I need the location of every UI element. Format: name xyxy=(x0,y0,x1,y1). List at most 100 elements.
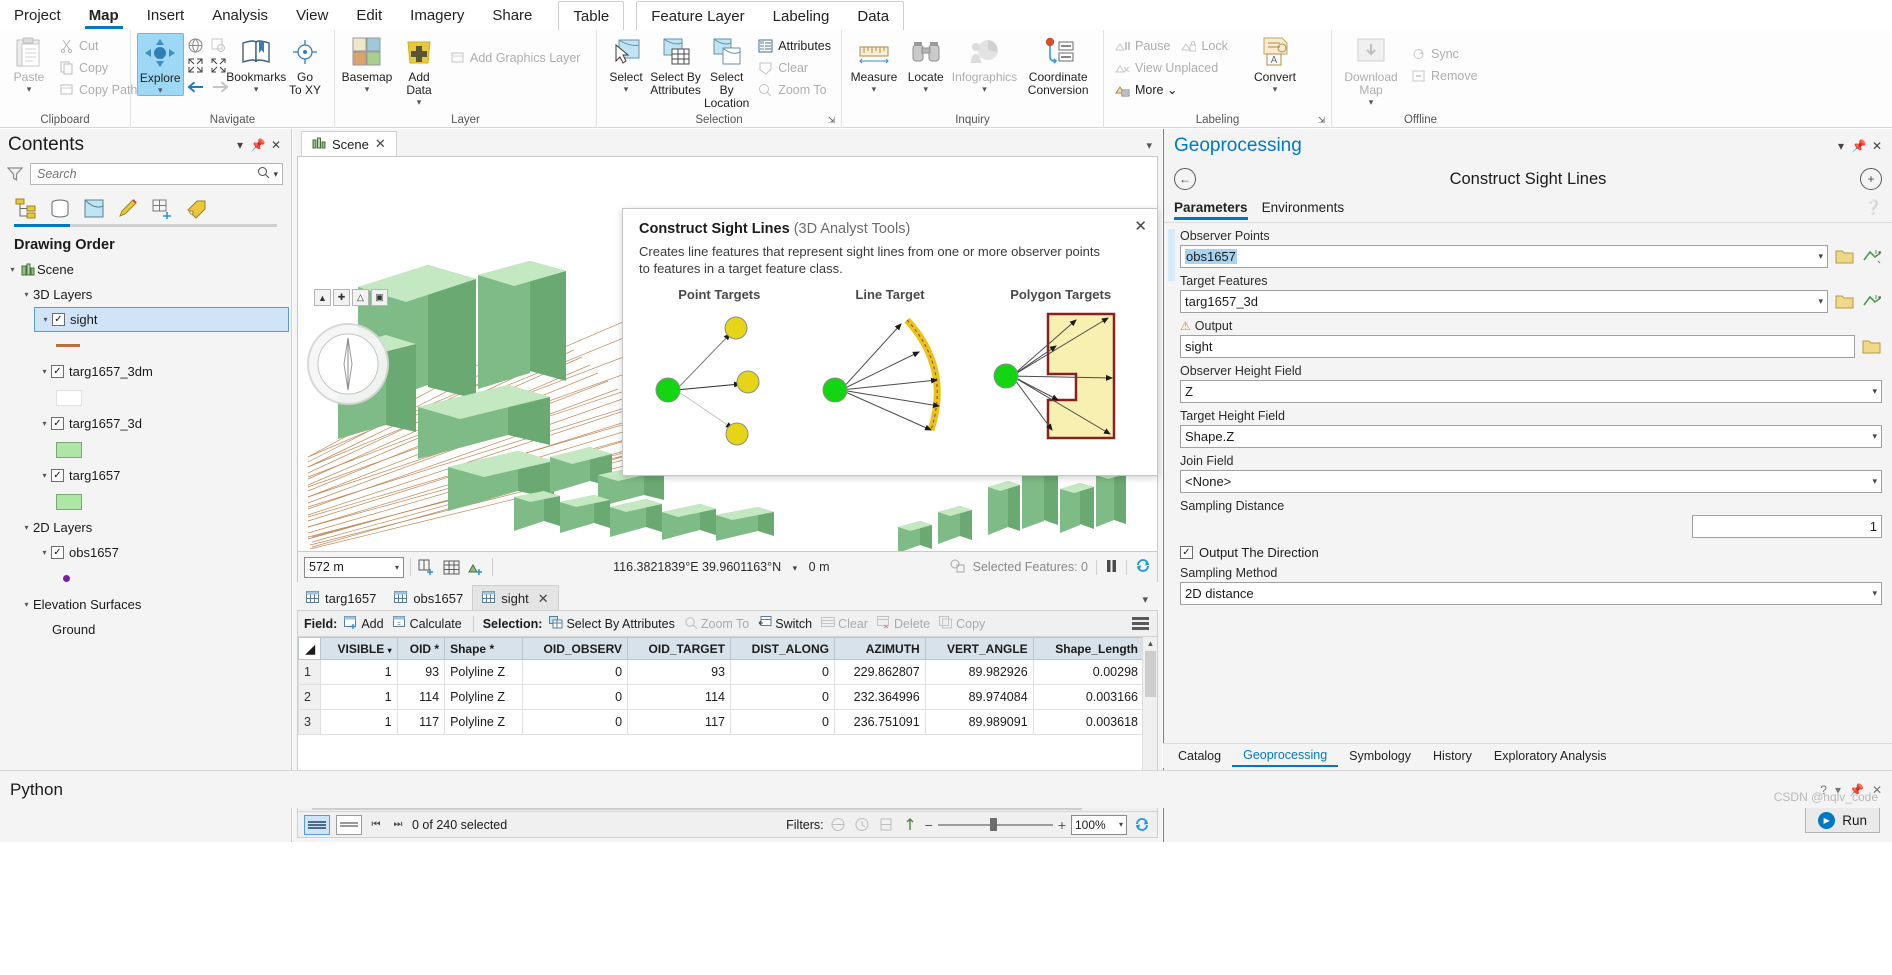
cell-visible[interactable]: 1 xyxy=(320,659,398,685)
chevron-down-icon[interactable]: ▾ xyxy=(417,98,422,107)
refresh-icon[interactable] xyxy=(1132,815,1151,834)
zoom-in-icon[interactable] xyxy=(186,56,205,75)
expand-arrow-icon[interactable]: ▾ xyxy=(20,290,33,299)
ribbon-tab-map[interactable]: Map xyxy=(75,0,133,30)
refresh-icon[interactable] xyxy=(1135,558,1151,576)
go-to-xy-button[interactable]: Go To XY xyxy=(282,33,328,97)
pin-icon[interactable]: 📌 xyxy=(249,136,267,154)
browse-folder-icon[interactable] xyxy=(1860,336,1882,358)
ribbon-tab-view[interactable]: View xyxy=(282,0,342,30)
filter-time-icon[interactable] xyxy=(853,815,872,834)
python-window-bar[interactable]: Python ? ▾ 📌 ✕ xyxy=(0,770,1892,808)
cell-shape-length[interactable]: 0.00298 xyxy=(1032,659,1144,685)
explore-button[interactable]: Explore ▾ xyxy=(137,33,184,96)
column-header-vert-angle[interactable]: VERT_ANGLE xyxy=(924,637,1034,660)
join-field-input[interactable]: <None> ▾ xyxy=(1180,470,1882,493)
clear-selection-table-button[interactable]: Clear xyxy=(819,616,870,632)
cell-vert-angle[interactable]: 89.974084 xyxy=(924,684,1034,710)
cell-oid-observ[interactable]: 0 xyxy=(521,659,629,685)
ribbon-tab-imagery[interactable]: Imagery xyxy=(396,0,478,30)
add-to-layout-icon[interactable] xyxy=(417,558,436,577)
column-header-oid-target[interactable]: OID_TARGET xyxy=(627,637,731,660)
cell-oid-target[interactable]: 114 xyxy=(627,684,731,710)
output-input[interactable]: sight xyxy=(1180,335,1855,358)
expand-arrow-icon[interactable]: ▾ xyxy=(20,600,33,609)
expand-arrow-icon[interactable]: ▾ xyxy=(38,367,51,376)
next-record-icon[interactable]: ⏭ xyxy=(390,819,406,830)
tree-item-scene[interactable]: ▾ Scene xyxy=(0,257,291,282)
tab-environments[interactable]: Environments xyxy=(1262,200,1345,219)
cell-oid[interactable]: 114 xyxy=(396,684,446,710)
table-zoom-level[interactable]: 100% ▾ xyxy=(1071,814,1127,835)
column-header-azimuth[interactable]: AZIMUTH xyxy=(834,637,926,660)
ribbon-tab-data[interactable]: Data xyxy=(843,2,903,29)
list-by-data-source-icon[interactable] xyxy=(48,196,72,220)
search-icon[interactable] xyxy=(257,166,270,182)
chevron-down-icon[interactable]: ▾ xyxy=(982,85,987,94)
table-zoom-slider[interactable] xyxy=(937,818,1053,832)
tab-parameters[interactable]: Parameters xyxy=(1174,200,1248,220)
copy-button[interactable]: Copy xyxy=(54,57,141,78)
expand-arrow-icon[interactable]: ▾ xyxy=(39,315,52,324)
table-view-button[interactable] xyxy=(304,814,330,835)
nav-people-icon[interactable]: △ xyxy=(352,289,369,306)
labeling-dialog-launcher[interactable]: ⇲ xyxy=(1315,114,1328,127)
locate-button[interactable]: Locate ▾ xyxy=(902,33,950,94)
sampling-distance-input[interactable]: 1 xyxy=(1692,515,1882,538)
ribbon-tab-edit[interactable]: Edit xyxy=(342,0,396,30)
nav-up-icon[interactable]: ▲ xyxy=(314,289,331,306)
layer-visibility-checkbox[interactable]: ✓ xyxy=(51,417,64,430)
chevron-down-icon[interactable]: ▾ xyxy=(1146,139,1152,152)
list-by-snapping-icon[interactable] xyxy=(150,196,174,220)
cell-oid-target[interactable]: 93 xyxy=(627,659,731,685)
observer-points-input[interactable]: obs1657 ▾ xyxy=(1180,245,1828,268)
warning-icon[interactable]: ⚠ xyxy=(1180,319,1191,333)
expand-arrow-icon[interactable]: ▾ xyxy=(38,548,51,557)
table-tab-obs1657[interactable]: obs1657 xyxy=(385,585,472,611)
expand-arrow-icon[interactable]: ▾ xyxy=(6,265,19,274)
tree-item-3d-layers[interactable]: ▾ 3D Layers xyxy=(0,282,291,307)
clear-selection-button[interactable]: Clear xyxy=(753,57,835,78)
chevron-down-icon[interactable]: ▾ xyxy=(27,85,32,94)
first-record-icon[interactable]: ⏮ xyxy=(368,819,384,830)
zoom-out-icon[interactable]: − xyxy=(925,817,933,833)
cell-shape-length[interactable]: 0.003166 xyxy=(1032,684,1144,710)
cell-azimuth[interactable]: 229.862807 xyxy=(834,659,926,685)
table-tab-targ1657[interactable]: targ1657 xyxy=(297,585,385,611)
cell-shape[interactable]: Polyline Z xyxy=(444,684,523,710)
bottom-tab-geoprocessing[interactable]: Geoprocessing xyxy=(1232,745,1339,767)
zoom-to-selection-button[interactable]: Zoom To xyxy=(753,79,835,100)
select-by-location-button[interactable]: Select By Location xyxy=(702,33,751,110)
layer-visibility-checkbox[interactable]: ✓ xyxy=(51,546,64,559)
cell-oid[interactable]: 117 xyxy=(396,709,446,735)
layer-visibility-checkbox[interactable]: ✓ xyxy=(51,469,64,482)
run-button[interactable]: ▶ Run xyxy=(1805,807,1880,833)
cell-shape-length[interactable]: 0.003618 xyxy=(1032,709,1144,735)
cell-dist-along[interactable]: 0 xyxy=(729,684,836,710)
output-direction-checkbox-row[interactable]: ✓ Output The Direction xyxy=(1180,545,1882,560)
chevron-down-icon[interactable]: ▾ xyxy=(158,86,163,95)
chevron-down-icon[interactable]: ▾ xyxy=(793,563,798,573)
ribbon-tab-insert[interactable]: Insert xyxy=(133,0,199,30)
map-layer-picker-icon[interactable]: ▾ xyxy=(1860,246,1882,268)
expand-arrow-icon[interactable]: ▾ xyxy=(38,419,51,428)
attributes-button[interactable]: Attributes xyxy=(753,35,835,56)
column-header-dist-along[interactable]: DIST_ALONG xyxy=(729,637,836,660)
scroll-up-icon[interactable]: ▲ xyxy=(1143,637,1157,651)
target-height-field-input[interactable]: Shape.Z ▾ xyxy=(1180,425,1882,448)
map-scale-select[interactable]: 572 m ▾ xyxy=(304,556,404,578)
lock-labels-button[interactable]: Lock xyxy=(1176,35,1231,56)
chevron-down-icon[interactable]: ▾ xyxy=(1369,98,1374,107)
column-header-shape-length[interactable]: Shape_Length xyxy=(1032,637,1144,660)
search-input[interactable] xyxy=(35,166,255,182)
ribbon-tab-labeling[interactable]: Labeling xyxy=(759,2,844,29)
zoom-in-icon[interactable]: + xyxy=(1058,817,1066,833)
measure-button[interactable]: Measure ▾ xyxy=(848,33,900,94)
cell-oid-observ[interactable]: 0 xyxy=(521,709,629,735)
observer-height-field-input[interactable]: Z ▾ xyxy=(1180,380,1882,403)
tree-item-targ1657-3d[interactable]: ▾ ✓ targ1657_3d xyxy=(0,411,291,436)
expand-arrow-icon[interactable]: ▾ xyxy=(20,523,33,532)
cell-azimuth[interactable]: 232.364996 xyxy=(834,684,926,710)
cell-visible[interactable]: 1 xyxy=(320,684,398,710)
view-unplaced-button[interactable]: View Unplaced xyxy=(1110,57,1242,78)
